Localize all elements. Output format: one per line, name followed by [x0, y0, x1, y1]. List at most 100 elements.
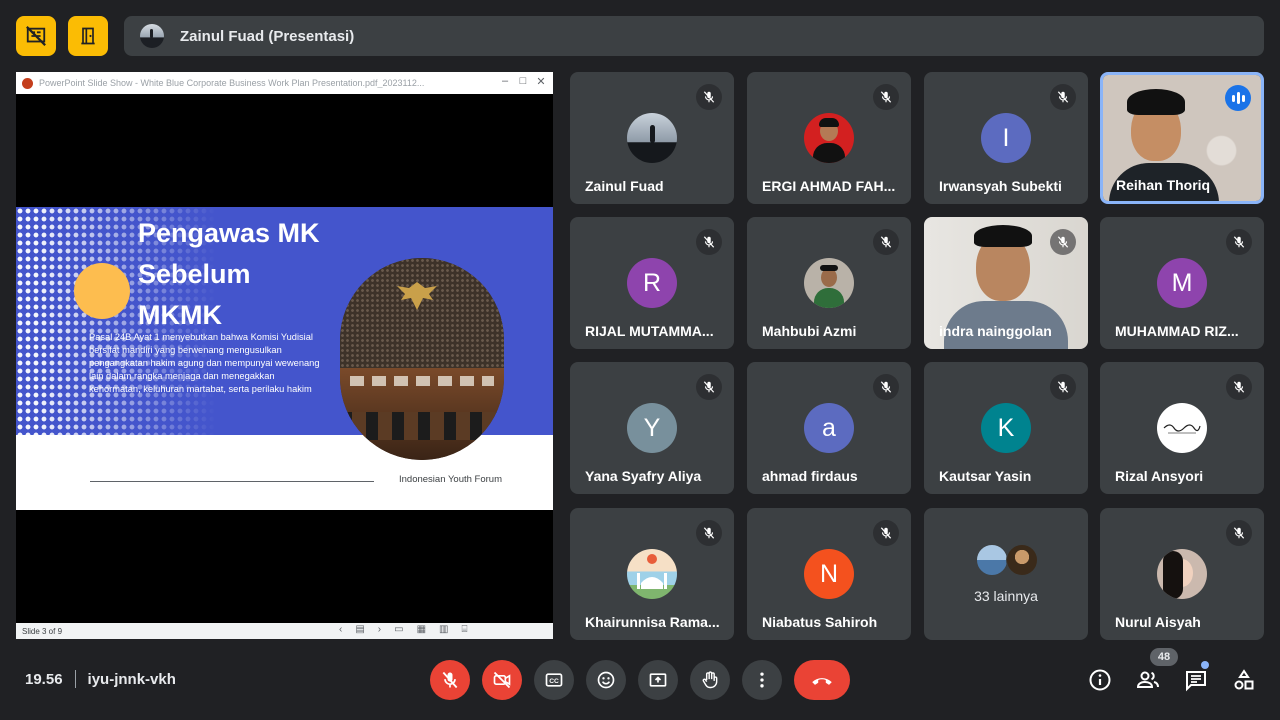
more-options-icon — [760, 672, 764, 688]
participant-tile[interactable]: N Niabatus Sahiroh — [747, 508, 911, 640]
leave-call-button[interactable] — [794, 660, 850, 700]
participant-tile[interactable]: K Kautsar Yasin — [924, 362, 1088, 494]
avatar: a — [804, 403, 854, 453]
participant-tile[interactable]: Y Yana Syafry Aliya — [570, 362, 734, 494]
slide: Pengawas MK Sebelum MKMK Pasal 24B Ayat … — [16, 207, 553, 510]
mic-off-icon — [1226, 229, 1252, 255]
participant-name: indra nainggolan — [939, 323, 1052, 339]
powerpoint-icon — [22, 77, 33, 89]
participant-count-badge: 48 — [1150, 648, 1178, 666]
mic-off-icon — [873, 520, 899, 546]
avatar — [976, 544, 1008, 576]
presenter-bar[interactable]: Zainul Fuad (Presentasi) — [124, 16, 1264, 56]
hang-up-icon — [812, 678, 832, 685]
captions-button[interactable]: CC — [534, 660, 574, 700]
participant-name: Niabatus Sahiroh — [762, 614, 878, 630]
participant-tile[interactable]: ERGI AHMAD FAH... — [747, 72, 911, 204]
avatar: I — [981, 113, 1031, 163]
presentation-window[interactable]: PowerPoint Slide Show - White Blue Corpo… — [16, 72, 553, 639]
participant-name: Rizal Ansyori — [1115, 468, 1204, 484]
reactions-button[interactable] — [586, 660, 626, 700]
avatar: Y — [627, 403, 677, 453]
slideshow-view-icon[interactable]: ⌸ — [462, 624, 468, 635]
present-now-button[interactable] — [638, 660, 678, 700]
participant-name: Mahbubi Azmi — [762, 323, 857, 339]
clock-time: 19.56 — [25, 670, 63, 688]
others-tile[interactable]: 33 lainnya — [924, 508, 1088, 640]
raise-hand-button[interactable] — [690, 660, 730, 700]
participant-name: RIJAL MUTAMMA... — [585, 323, 714, 339]
presentation-status-bar: Slide 3 of 9 ‹ ▤ › ▭ ▦ ▥ ⌸ — [16, 623, 553, 639]
slide-divider — [90, 481, 374, 482]
avatar — [1157, 403, 1207, 453]
presenter-avatar — [140, 24, 164, 48]
slide-body-text: Pasal 24B Ayat 1 menyebutkan bahwa Komis… — [89, 332, 320, 394]
participant-tile[interactable]: M MUHAMMAD RIZ... — [1100, 217, 1264, 349]
avatar — [627, 113, 677, 163]
mic-off-icon — [1050, 229, 1076, 255]
avatar — [627, 549, 677, 599]
people-button[interactable] — [1134, 666, 1162, 694]
next-slide-icon[interactable]: › — [378, 624, 381, 635]
participant-tile[interactable]: a ahmad firdaus — [747, 362, 911, 494]
presentation-window-title: PowerPoint Slide Show - White Blue Corpo… — [39, 78, 425, 88]
leave-room-button[interactable] — [68, 16, 108, 56]
participant-name: Nurul Aisyah — [1115, 614, 1201, 630]
mic-off-icon — [1050, 84, 1076, 110]
slide-sorter-icon[interactable]: ▦ — [417, 624, 426, 635]
mic-off-icon — [696, 229, 722, 255]
people-icon — [1136, 671, 1159, 688]
activities-button[interactable] — [1230, 666, 1258, 694]
mic-off-icon — [873, 229, 899, 255]
participant-name: ahmad firdaus — [762, 468, 858, 484]
others-count-label: 33 lainnya — [974, 588, 1038, 604]
previous-slide-icon[interactable]: ‹ — [339, 624, 342, 635]
meeting-details-button[interactable] — [1086, 666, 1114, 694]
participant-tile[interactable]: Mahbubi Azmi — [747, 217, 911, 349]
slide-footer-text: Indonesian Youth Forum — [399, 474, 502, 485]
participant-tile[interactable]: R RIJAL MUTAMMA... — [570, 217, 734, 349]
participant-tile[interactable]: Rizal Ansyori — [1100, 362, 1264, 494]
participant-tile[interactable]: Nurul Aisyah — [1100, 508, 1264, 640]
slide-sun-circle — [74, 263, 130, 319]
camera-off-icon — [493, 671, 511, 689]
chat-icon — [1186, 671, 1206, 692]
participant-name: MUHAMMAD RIZ... — [1115, 323, 1239, 339]
normal-view-icon[interactable]: ▭ — [394, 624, 403, 635]
chat-notification-dot — [1201, 661, 1209, 669]
participant-name: Reihan Thoriq — [1116, 177, 1211, 193]
chat-button[interactable] — [1182, 666, 1210, 694]
participant-name: Zainul Fuad — [585, 178, 664, 194]
slide-counter: Slide 3 of 9 — [22, 626, 63, 636]
hide-tiles-button[interactable] — [16, 16, 56, 56]
mic-off-icon — [1226, 520, 1252, 546]
courtroom-photo — [340, 258, 504, 460]
separator — [74, 670, 76, 688]
participant-tile[interactable]: Khairunnisa Rama... — [570, 508, 734, 640]
meeting-info: 19.56 iyu-jnnk-vkh — [25, 670, 176, 688]
avatar — [804, 258, 854, 308]
camera-toggle-button[interactable] — [482, 660, 522, 700]
close-icon: ✕ — [536, 76, 546, 88]
calligraphy-logo-icon — [1163, 424, 1201, 434]
presenter-label: Zainul Fuad (Presentasi) — [180, 27, 355, 45]
participant-tile[interactable]: Zainul Fuad — [570, 72, 734, 204]
avatar: N — [804, 549, 854, 599]
meeting-code[interactable]: iyu-jnnk-vkh — [88, 671, 176, 688]
captions-icon: CC — [545, 673, 563, 687]
door-icon — [81, 27, 95, 45]
slide-menu-icon[interactable]: ▤ — [355, 624, 364, 635]
avatar: K — [981, 403, 1031, 453]
more-options-button[interactable] — [742, 660, 782, 700]
activities-icon — [1234, 669, 1254, 690]
mic-off-icon — [696, 374, 722, 400]
participant-tile[interactable]: I Irwansyah Subekti — [924, 72, 1088, 204]
avatar — [804, 113, 854, 163]
mic-off-icon — [1050, 374, 1076, 400]
info-icon — [1089, 669, 1111, 691]
reading-view-icon[interactable]: ▥ — [439, 624, 448, 635]
microphone-toggle-button[interactable] — [430, 660, 470, 700]
avatar: R — [627, 258, 677, 308]
participant-tile-active-speaker[interactable]: Reihan Thoriq — [1100, 72, 1264, 204]
participant-tile[interactable]: indra nainggolan — [924, 217, 1088, 349]
